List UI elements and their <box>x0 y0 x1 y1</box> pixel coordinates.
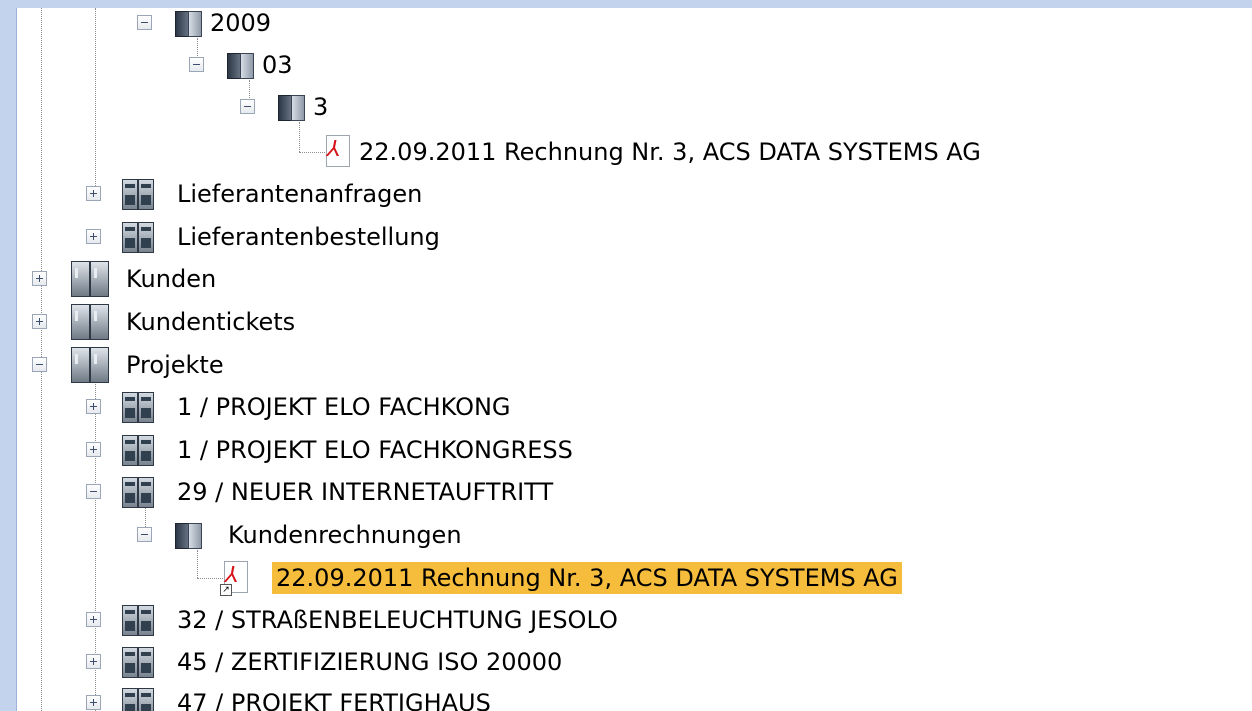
collapse-toggle-icon[interactable] <box>189 57 204 72</box>
expand-toggle-icon[interactable] <box>86 695 101 710</box>
tree-node-project[interactable]: 29 / NEUER INTERNETAUFTRITT <box>0 472 1252 512</box>
collapse-toggle-icon[interactable] <box>32 357 47 372</box>
collapse-toggle-icon[interactable] <box>86 484 101 499</box>
tree-node-label: 22.09.2011 Rechnung Nr. 3, ACS DATA SYST… <box>359 138 981 166</box>
cabinet-icon <box>120 644 156 680</box>
tree-node-projekte[interactable]: Projekte <box>0 345 1252 385</box>
cabinet-icon <box>70 302 110 342</box>
tree-node-document-selected[interactable]: ⅄ ↗ 22.09.2011 Rechnung Nr. 3, ACS DATA S… <box>0 558 1252 598</box>
tree-node-label: Lieferantenanfragen <box>177 180 423 208</box>
tree-node-label: 45 / ZERTIFIZIERUNG ISO 20000 <box>177 648 563 676</box>
tree-node-label: 03 <box>262 51 293 79</box>
cabinet-icon <box>70 345 110 385</box>
tree-node-3[interactable]: 3 <box>0 87 1252 127</box>
document-tree: 2009 03 3 ⅄ 22.09.2011 Rechnung Nr. 3, A… <box>0 0 1252 711</box>
folder-icon <box>172 6 206 40</box>
cabinet-icon <box>120 389 156 425</box>
tree-node-label: Kunden <box>126 265 217 293</box>
expand-toggle-icon[interactable] <box>32 271 47 286</box>
tree-node-project[interactable]: 32 / STRAßENBELEUCHTUNG JESOLO <box>0 600 1252 640</box>
tree-node-label: 22.09.2011 Rechnung Nr. 3, ACS DATA SYST… <box>272 562 902 594</box>
tree-node-label: 2009 <box>210 9 272 37</box>
tree-node-label: 1 / PROJEKT ELO FACHKONG <box>177 393 511 421</box>
tree-node-project[interactable]: 1 / PROJEKT ELO FACHKONGRESS <box>0 430 1252 470</box>
expand-toggle-icon[interactable] <box>86 399 101 414</box>
tree-node-kundentickets[interactable]: Kundentickets <box>0 302 1252 342</box>
pdf-shortcut-icon: ⅄ ↗ <box>220 560 252 596</box>
tree-node-03[interactable]: 03 <box>0 45 1252 85</box>
collapse-toggle-icon[interactable] <box>240 99 255 114</box>
tree-node-label: 1 / PROJEKT ELO FACHKONGRESS <box>177 436 573 464</box>
cabinet-icon <box>120 602 156 638</box>
expand-toggle-icon[interactable] <box>86 442 101 457</box>
tree-node-label: Lieferantenbestellung <box>177 223 440 251</box>
cabinet-icon <box>120 685 156 711</box>
cabinet-icon <box>120 474 156 510</box>
expand-toggle-icon[interactable] <box>32 314 47 329</box>
expand-toggle-icon[interactable] <box>86 186 101 201</box>
tree-node-label: 32 / STRAßENBELEUCHTUNG JESOLO <box>177 606 618 634</box>
cabinet-icon <box>120 432 156 468</box>
tree-node-kundenrechnungen[interactable]: Kundenrechnungen <box>0 515 1252 555</box>
folder-icon <box>275 90 309 124</box>
tree-node-project[interactable]: 1 / PROJEKT ELO FACHKONG <box>0 387 1252 427</box>
cabinet-icon <box>120 176 156 212</box>
folder-icon <box>224 48 258 82</box>
expand-toggle-icon[interactable] <box>86 612 101 627</box>
collapse-toggle-icon[interactable] <box>137 15 152 30</box>
tree-node-label: 47 / PROJEKT FERTIGHAUS <box>177 689 491 711</box>
tree-node-project[interactable]: 47 / PROJEKT FERTIGHAUS <box>0 683 1252 711</box>
pdf-document-icon: ⅄ <box>322 134 354 170</box>
expand-toggle-icon[interactable] <box>86 229 101 244</box>
tree-node-label: Kundenrechnungen <box>228 521 462 549</box>
folder-icon <box>172 518 206 552</box>
tree-node-lieferantenanfragen[interactable]: Lieferantenanfragen <box>0 174 1252 214</box>
cabinet-icon <box>120 219 156 255</box>
cabinet-icon <box>70 259 110 299</box>
tree-node-label: Projekte <box>126 351 224 379</box>
tree-node-project[interactable]: 45 / ZERTIFIZIERUNG ISO 20000 <box>0 642 1252 682</box>
tree-node-2009[interactable]: 2009 <box>0 3 1252 43</box>
tree-node-lieferantenbestellung[interactable]: Lieferantenbestellung <box>0 217 1252 257</box>
tree-node-label: 3 <box>313 93 329 121</box>
tree-node-label: 29 / NEUER INTERNETAUFTRITT <box>177 478 554 506</box>
expand-toggle-icon[interactable] <box>86 654 101 669</box>
tree-node-kunden[interactable]: Kunden <box>0 259 1252 299</box>
tree-node-label: Kundentickets <box>126 308 296 336</box>
tree-node-document[interactable]: ⅄ 22.09.2011 Rechnung Nr. 3, ACS DATA SY… <box>0 132 1252 172</box>
collapse-toggle-icon[interactable] <box>137 527 152 542</box>
